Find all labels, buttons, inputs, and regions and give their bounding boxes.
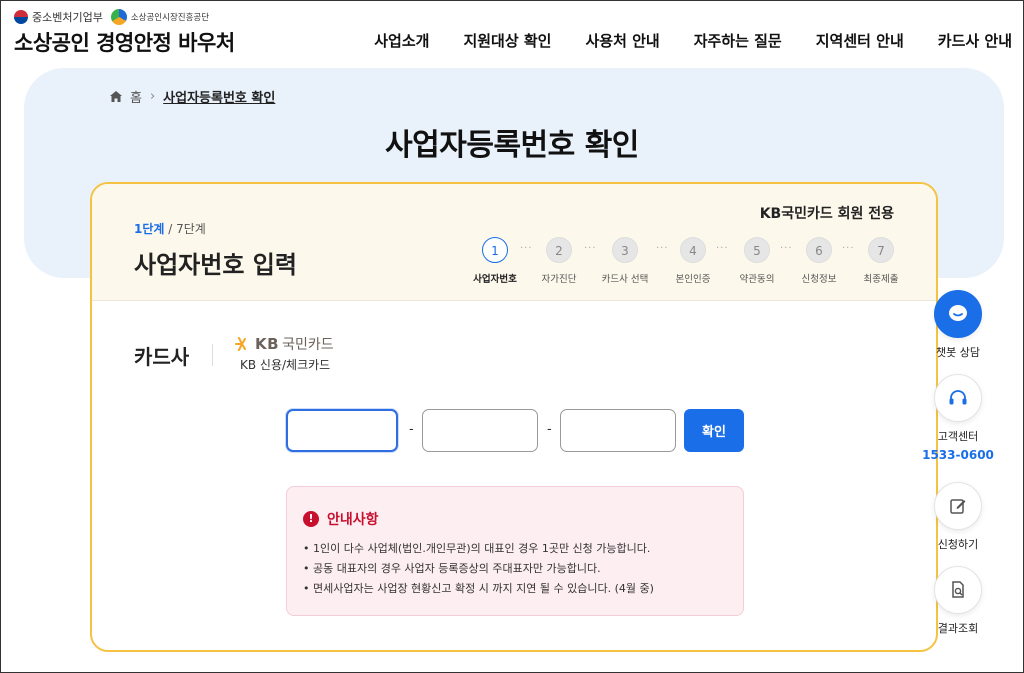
semas-icon [110, 9, 127, 25]
main-nav: 사업소개 지원대상 확인 사용처 안내 자주하는 질문 지역센터 안내 카드사 … [374, 30, 1012, 51]
home-icon[interactable] [110, 91, 122, 102]
dash-separator: - [409, 422, 414, 437]
alert-icon: ! [303, 511, 319, 527]
member-only-label: KB국민카드 회원 전용 [759, 206, 894, 222]
kb-card-type: KB 신용/체크카드 [240, 358, 331, 372]
notice-box: ! 안내사항 • 1인이 다수 사업체(법인.개인무관)의 대표인 경우 1곳만… [286, 486, 744, 616]
step-label: 자가진단 [541, 274, 577, 285]
step-counter: 1단계 / 7단계 [134, 220, 206, 237]
kb-star-icon [235, 337, 246, 351]
mss-logo[interactable]: 중소벤처기업부 [14, 9, 103, 25]
nav-item-about[interactable]: 사업소개 [374, 30, 429, 51]
kb-logo-text: KB [255, 335, 280, 353]
quick-apply[interactable]: 신청하기 [920, 482, 996, 552]
step-label: 신청정보 [801, 274, 837, 285]
quick-customer-center[interactable]: 고객센터 1533-0600 [920, 374, 996, 462]
card-company-label: 카드사 [134, 345, 190, 369]
result-label: 결과조회 [937, 622, 979, 635]
semas-logo-text: 소상공인시장진흥공단 [130, 13, 210, 23]
kb-card-logo: KB 국민카드 [234, 334, 334, 354]
step-number: 4 [680, 237, 706, 263]
list-item: • 공동 대표자의 경우 사업자 등록증상의 주대표자만 가능합니다. [303, 562, 601, 575]
taegeuk-icon [14, 10, 28, 24]
page-title: 사업자등록번호 확인 [385, 128, 639, 163]
quick-chatbot[interactable]: 챗봇 상담 [920, 290, 996, 360]
card-title: 사업자번호 입력 [134, 251, 297, 279]
customer-center-label: 고객센터 [937, 430, 979, 443]
nav-item-eligibility[interactable]: 지원대상 확인 [463, 30, 551, 51]
step-7: 7 최종제출 [846, 237, 916, 285]
card-header: 1단계 / 7단계 사업자번호 입력 KB국민카드 회원 전용 1 사업자번호 … [92, 184, 936, 301]
step-number: 3 [612, 237, 638, 263]
notice-list: • 1인이 다수 사업체(법인.개인무관)의 대표인 경우 1곳만 신청 가능합… [303, 539, 654, 599]
application-card: 1단계 / 7단계 사업자번호 입력 KB국민카드 회원 전용 1 사업자번호 … [90, 182, 938, 652]
edit-icon [950, 499, 966, 514]
quick-result[interactable]: 결과조회 [920, 566, 996, 636]
step-number: 6 [806, 237, 832, 263]
divider [212, 344, 213, 366]
step-total: / 7단계 [164, 222, 206, 236]
notice-title: ! 안내사항 [303, 509, 379, 529]
dash-separator: - [547, 422, 552, 437]
site-title[interactable]: 소상공인 경영안정 바우처 [14, 27, 235, 57]
step-3: 3 카드사 선택 [590, 237, 660, 285]
biz-number-part2-input[interactable] [422, 409, 538, 452]
step-indicator: 1 사업자번호 ··· 2 자가진단 ··· 3 카드사 선택 ··· 4 본인… [460, 237, 900, 287]
nav-item-usage[interactable]: 사용처 안내 [585, 30, 659, 51]
apply-button[interactable] [934, 482, 982, 530]
kb-logo-name: 국민카드 [282, 337, 334, 353]
mss-logo-text: 중소벤처기업부 [32, 11, 103, 24]
apply-label: 신청하기 [937, 538, 979, 551]
breadcrumb-home[interactable]: 홈 [130, 87, 142, 106]
customer-center-button[interactable] [934, 374, 982, 422]
result-button[interactable] [934, 566, 982, 614]
confirm-button[interactable]: 확인 [684, 409, 744, 452]
site-header: 중소벤처기업부 소상공인시장진흥공단 소상공인 경영안정 바우처 사업소개 지원… [0, 0, 1024, 68]
nav-item-centers[interactable]: 지역센터 안내 [816, 30, 904, 51]
notice-title-text: 안내사항 [327, 512, 379, 528]
semas-logo[interactable]: 소상공인시장진흥공단 [110, 9, 210, 25]
step-number: 7 [868, 237, 894, 263]
logo-group: 중소벤처기업부 소상공인시장진흥공단 [14, 9, 209, 25]
chevron-right-icon: › [149, 89, 156, 104]
step-number: 1 [482, 237, 508, 263]
chatbot-label: 챗봇 상담 [936, 346, 980, 359]
nav-item-cards[interactable]: 카드사 안내 [938, 30, 1012, 51]
headset-icon [949, 390, 967, 405]
step-label: 약관동의 [739, 274, 775, 285]
breadcrumb: 홈 › 사업자등록번호 확인 [110, 87, 275, 106]
step-current: 1단계 [134, 222, 165, 236]
step-label: 사업자번호 [473, 274, 517, 285]
breadcrumb-current[interactable]: 사업자등록번호 확인 [163, 87, 275, 106]
list-item: • 1인이 다수 사업체(법인.개인무관)의 대표인 경우 1곳만 신청 가능합… [303, 542, 651, 555]
chatbot-button[interactable] [934, 290, 982, 338]
step-label: 카드사 선택 [601, 274, 649, 285]
chat-bubble-icon [949, 305, 967, 321]
biz-number-part3-input[interactable] [560, 409, 676, 452]
step-label: 최종제출 [863, 274, 899, 285]
step-label: 본인인증 [675, 274, 711, 285]
biz-number-part1-input[interactable] [286, 409, 398, 452]
step-number: 5 [744, 237, 770, 263]
document-search-icon [952, 581, 964, 598]
customer-center-phone[interactable]: 1533-0600 [920, 448, 996, 462]
nav-item-faq[interactable]: 자주하는 질문 [694, 30, 782, 51]
step-number: 2 [546, 237, 572, 263]
list-item: • 면세사업자는 사업장 현황신고 확정 시 까지 지연 될 수 있습니다. (… [303, 582, 654, 595]
